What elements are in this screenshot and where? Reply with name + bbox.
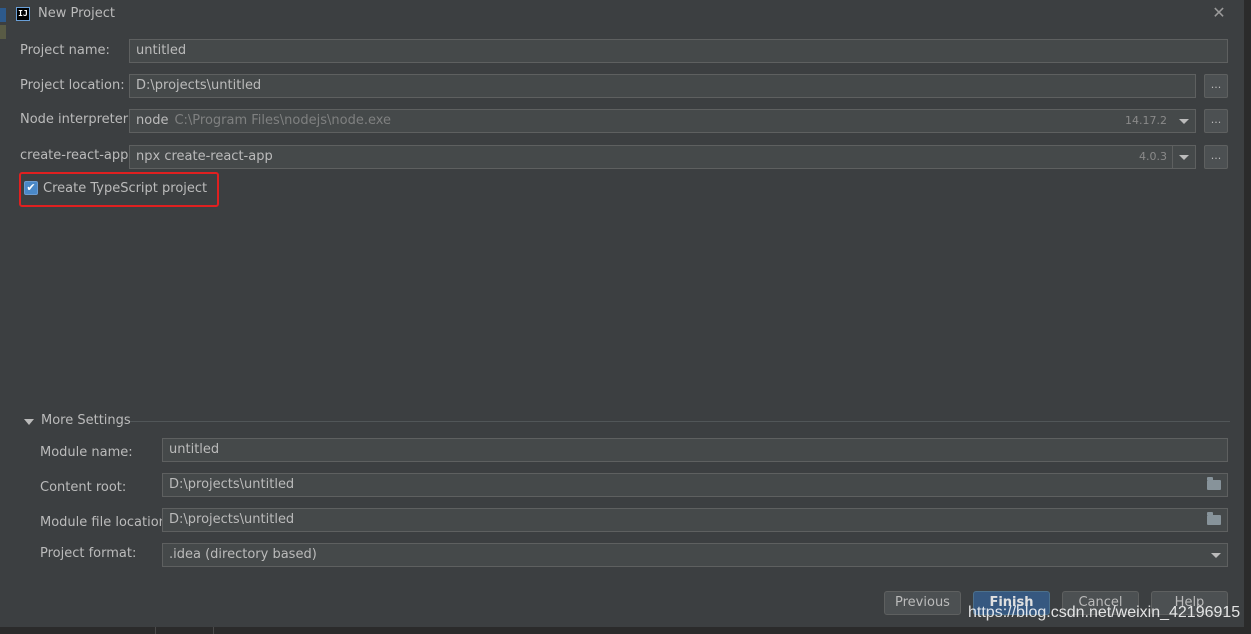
project-location-value: D:\projects\untitled — [136, 78, 262, 93]
typescript-checkbox-label[interactable]: Create TypeScript project — [43, 181, 207, 196]
dropdown-separator — [1172, 146, 1173, 168]
project-format-select[interactable]: .idea (directory based) — [162, 543, 1228, 567]
project-format-value: .idea (directory based) — [169, 547, 317, 562]
content-root-label: Content root: — [40, 480, 127, 495]
module-name-input[interactable]: untitled — [162, 438, 1228, 462]
ide-bottom-strip — [0, 627, 1251, 634]
folder-icon[interactable] — [1207, 477, 1221, 490]
chevron-down-icon — [1179, 119, 1189, 124]
create-react-app-browse-button[interactable]: ... — [1204, 145, 1228, 169]
chevron-down-icon — [1211, 553, 1221, 558]
project-location-browse-button[interactable]: ... — [1204, 74, 1228, 98]
node-interpreter-select[interactable]: node C:\Program Files\nodejs\node.exe 14.… — [129, 109, 1196, 133]
node-interpreter-label: Node interpreter: — [20, 112, 133, 127]
project-location-input[interactable]: D:\projects\untitled — [129, 74, 1196, 98]
project-name-input[interactable]: untitled — [129, 39, 1228, 63]
title-bar: IJ New Project ✕ — [8, 0, 1245, 28]
create-react-app-select[interactable]: npx create-react-app 4.0.3 — [129, 145, 1196, 169]
module-file-location-input[interactable]: D:\projects\untitled — [162, 508, 1228, 532]
dialog-title: New Project — [38, 6, 115, 21]
intellij-app-icon: IJ — [16, 7, 30, 21]
node-interpreter-path: C:\Program Files\nodejs\node.exe — [174, 113, 392, 128]
create-react-app-value: npx create-react-app — [136, 149, 273, 164]
previous-button[interactable]: Previous — [884, 591, 961, 615]
section-divider — [130, 421, 1230, 422]
typescript-checkbox[interactable]: ✔ — [24, 181, 38, 195]
module-file-location-label: Module file location: — [40, 515, 172, 530]
create-react-app-label: create-react-app: — [20, 148, 133, 163]
node-interpreter-value: node — [136, 113, 169, 128]
strip-divider — [155, 627, 156, 634]
ide-tab-marker — [0, 8, 6, 22]
triangle-down-icon — [24, 419, 34, 425]
chevron-down-icon — [1179, 155, 1189, 160]
module-name-label: Module name: — [40, 445, 133, 460]
new-project-dialog: IJ New Project ✕ Project name: untitled … — [8, 0, 1245, 627]
node-version: 14.17.2 — [1125, 114, 1167, 127]
close-icon[interactable]: ✕ — [1210, 4, 1228, 22]
node-interpreter-browse-button[interactable]: ... — [1204, 109, 1228, 133]
content-root-input[interactable]: D:\projects\untitled — [162, 473, 1228, 497]
project-location-label: Project location: — [20, 78, 125, 93]
ide-background-strip — [0, 0, 8, 634]
project-name-label: Project name: — [20, 43, 110, 58]
module-file-location-value: D:\projects\untitled — [169, 512, 295, 527]
module-name-value: untitled — [169, 442, 220, 457]
more-settings-label: More Settings — [41, 413, 131, 428]
ide-tab-marker — [0, 25, 6, 39]
create-react-app-version: 4.0.3 — [1139, 150, 1167, 163]
content-root-value: D:\projects\untitled — [169, 477, 295, 492]
watermark-text: https://blog.csdn.net/weixin_42196915 — [968, 604, 1241, 621]
folder-icon[interactable] — [1207, 512, 1221, 525]
project-name-value: untitled — [136, 43, 187, 58]
project-format-label: Project format: — [40, 546, 137, 561]
strip-divider — [213, 627, 214, 634]
